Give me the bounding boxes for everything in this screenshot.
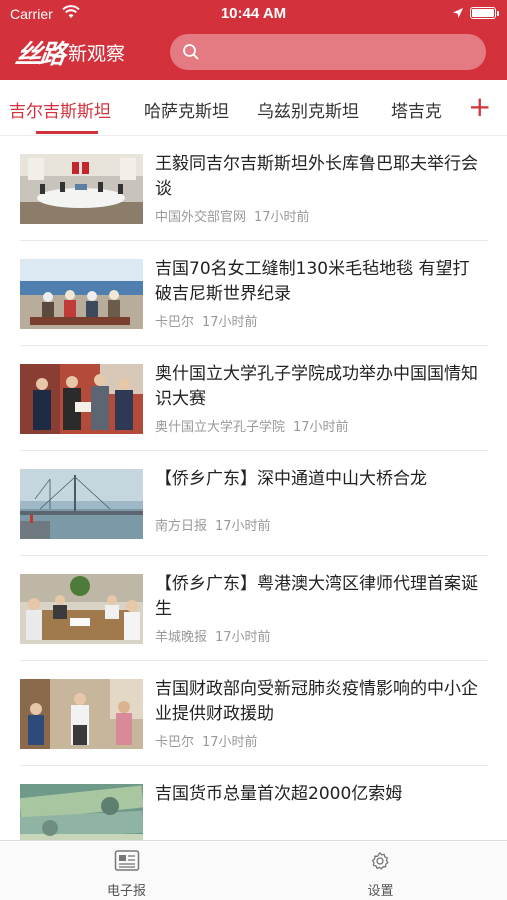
- article-meta: 羊城晚报 17小时前: [155, 626, 271, 645]
- search-icon: [183, 44, 199, 60]
- award-ceremony-photo: [20, 364, 143, 434]
- article-time: 17小时前: [215, 519, 271, 534]
- tab-kyrgyzstan[interactable]: 吉尔吉斯斯坦: [9, 97, 111, 122]
- article-meta: [155, 830, 163, 840]
- tab-tajikistan[interactable]: 塔吉克: [391, 97, 442, 122]
- article-time: 17小时前: [215, 630, 271, 645]
- article-time: 17小时前: [202, 315, 258, 330]
- tab-kazakhstan[interactable]: 哈萨克斯坦: [144, 97, 229, 122]
- office-meeting-photo: [20, 574, 143, 644]
- list-item[interactable]: 奥什国立大学孔子学院成功举办中国国情知识大赛 奥什国立大学孔子学院 17小时前: [20, 346, 488, 451]
- battery-tip: [497, 11, 499, 16]
- article-source: 奥什国立大学孔子学院: [155, 420, 286, 435]
- article-meta: 卡巴尔 17小时前: [155, 731, 258, 750]
- tab-newspaper[interactable]: 电子报: [0, 841, 253, 900]
- article-title: 吉国70名女工缝制130米毛毡地毯 有望打破吉尼斯世界纪录: [155, 259, 470, 304]
- article-meta: 卡巴尔 17小时前: [155, 311, 258, 330]
- newspaper-tab-label: 电子报: [106, 884, 146, 899]
- tab-uzbekistan[interactable]: 乌兹别克斯坦: [257, 97, 359, 122]
- article-title: 【侨乡广东】粤港澳大湾区律师代理首案诞生: [155, 574, 478, 619]
- article-meta: 奥什国立大学孔子学院 17小时前: [155, 416, 349, 435]
- article-title: 吉国财政部向受新冠肺炎疫情影响的中小企业提供财政援助: [155, 679, 478, 724]
- settings-tab-label: 设置: [367, 884, 394, 899]
- article-title: 奥什国立大学孔子学院成功举办中国国情知识大赛: [155, 364, 478, 409]
- list-item[interactable]: 吉国货币总量首次超2000亿索姆: [20, 766, 488, 840]
- location-arrow-icon: [453, 8, 463, 18]
- active-tab-indicator: [36, 131, 98, 134]
- status-bar: Carrier 10:44 AM: [0, 0, 507, 28]
- newspaper-icon: [114, 850, 140, 871]
- app-header: Carrier 10:44 AM 丝路 新观察: [0, 0, 507, 80]
- article-time: 17小时前: [202, 735, 258, 750]
- bridge-construction-photo: [20, 469, 143, 539]
- plus-icon[interactable]: +: [468, 92, 491, 122]
- meeting-photo: [20, 154, 143, 224]
- article-meta: 南方日报 17小时前: [155, 515, 271, 534]
- bottom-tab-bar: 电子报 设置: [0, 840, 507, 900]
- news-list: 王毅同吉尔吉斯斯坦外长库鲁巴耶夫举行会谈 中国外交部官网 17小时前 吉国70名女…: [0, 136, 507, 840]
- article-source: 卡巴尔: [155, 735, 195, 750]
- channel-tabs: 吉尔吉斯斯坦 哈萨克斯坦 乌兹别克斯坦 塔吉克 +: [0, 80, 507, 136]
- article-title: 吉国货币总量首次超2000亿索姆: [155, 784, 403, 804]
- article-source: 中国外交部官网: [155, 210, 247, 225]
- list-item[interactable]: 【侨乡广东】深中通道中山大桥合龙 南方日报 17小时前: [20, 451, 488, 556]
- logo-name: 新观察: [68, 42, 126, 65]
- lakeside-group-photo: [20, 259, 143, 329]
- article-source: 羊城晚报: [155, 630, 208, 645]
- banknotes-photo: [20, 784, 143, 840]
- article-title: 王毅同吉尔吉斯斯坦外长库鲁巴耶夫举行会谈: [155, 154, 478, 199]
- battery-icon: [470, 7, 496, 19]
- list-item[interactable]: 【侨乡广东】粤港澳大湾区律师代理首案诞生 羊城晚报 17小时前: [20, 556, 488, 661]
- article-time: 17小时前: [293, 420, 349, 435]
- article-source: 卡巴尔: [155, 315, 195, 330]
- list-item[interactable]: 王毅同吉尔吉斯斯坦外长库鲁巴耶夫举行会谈 中国外交部官网 17小时前: [20, 136, 488, 241]
- article-meta: 中国外交部官网 17小时前: [155, 206, 310, 225]
- article-title: 【侨乡广东】深中通道中山大桥合龙: [155, 469, 427, 489]
- article-time: 17小时前: [254, 210, 310, 225]
- shop-interview-photo: [20, 679, 143, 749]
- clock: 10:44 AM: [220, 5, 287, 22]
- app-logo: 丝路 新观察: [13, 36, 126, 70]
- tab-settings[interactable]: 设置: [254, 841, 507, 900]
- list-item[interactable]: 吉国70名女工缝制130米毛毡地毯 有望打破吉尼斯世界纪录 卡巴尔 17小时前: [20, 241, 488, 346]
- article-source: 南方日报: [155, 519, 208, 534]
- logo-brand: 丝路: [13, 39, 66, 70]
- search-bar[interactable]: [170, 34, 486, 70]
- gear-icon: [371, 852, 389, 870]
- list-item[interactable]: 吉国财政部向受新冠肺炎疫情影响的中小企业提供财政援助 卡巴尔 17小时前: [20, 661, 488, 766]
